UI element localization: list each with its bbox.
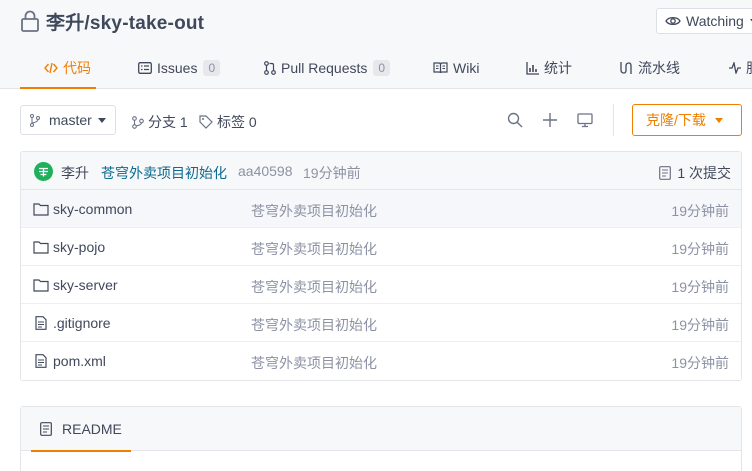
- avatar[interactable]: [34, 162, 53, 181]
- tab-code[interactable]: 代码: [20, 48, 96, 89]
- file-time: 19分钟前: [671, 279, 729, 295]
- tab-issues[interactable]: Issues 0: [138, 48, 221, 88]
- plus-icon[interactable]: [541, 111, 559, 129]
- file-row[interactable]: pom.xml 苍穹外卖项目初始化 19分钟前: [21, 342, 741, 380]
- folder-icon: [33, 279, 49, 292]
- wiki-icon: [433, 62, 448, 74]
- caret-down-icon: [714, 117, 723, 123]
- file-list: 李升 苍穹外卖项目初始化 aa40598 19分钟前 1 次提交 sky-com…: [20, 151, 742, 381]
- branch-name: master: [49, 112, 92, 128]
- monitor-icon[interactable]: [576, 111, 594, 129]
- tab-label: 代码: [63, 60, 91, 76]
- file-name[interactable]: sky-server: [53, 277, 118, 293]
- file-row[interactable]: sky-pojo 苍穹外卖项目初始化 19分钟前: [21, 228, 741, 266]
- search-icon[interactable]: [506, 111, 524, 129]
- tab-label: Issues: [157, 60, 198, 76]
- eye-icon: [665, 16, 681, 26]
- file-row[interactable]: .gitignore 苍穹外卖项目初始化 19分钟前: [21, 304, 741, 342]
- branch-icon: [30, 113, 40, 127]
- pull-requests-count-badge: 0: [373, 60, 391, 76]
- pulse-icon: [729, 62, 741, 74]
- readme-header: README: [21, 407, 741, 452]
- commit-message-link[interactable]: 苍穹外卖项目初始化: [101, 163, 227, 183]
- last-commit-bar: 李升 苍穹外卖项目初始化 aa40598 19分钟前 1 次提交: [21, 152, 741, 190]
- stats-icon: [526, 61, 539, 75]
- caret-down-icon: [97, 117, 106, 123]
- file-icon: [35, 354, 47, 368]
- repo-tabs: 代码 Issues 0 Pull Requests 0 Wiki 统计 流水线 …: [0, 48, 752, 89]
- file-time: 19分钟前: [671, 317, 729, 333]
- file-row[interactable]: sky-common 苍穹外卖项目初始化 19分钟前: [21, 190, 741, 228]
- readme-panel: README: [20, 406, 742, 471]
- branches-link[interactable]: 分支 1: [132, 112, 188, 132]
- file-row[interactable]: sky-server 苍穹外卖项目初始化 19分钟前: [21, 266, 741, 304]
- file-name[interactable]: pom.xml: [53, 353, 106, 369]
- file-name[interactable]: sky-pojo: [53, 239, 105, 255]
- clone-download-button[interactable]: 克隆/下载: [632, 104, 742, 136]
- readme-icon: [40, 422, 52, 436]
- pull-request-icon: [264, 61, 276, 75]
- tags-link[interactable]: 标签 0: [199, 112, 257, 132]
- tab-label: Wiki: [453, 60, 480, 76]
- file-commit-message[interactable]: 苍穹外卖项目初始化: [251, 201, 377, 221]
- file-commit-message[interactable]: 苍穹外卖项目初始化: [251, 239, 377, 259]
- lock-icon: [20, 10, 40, 32]
- file-icon: [35, 316, 47, 330]
- commit-hash[interactable]: aa40598: [238, 163, 293, 179]
- toolbar-divider: [613, 104, 614, 136]
- clone-label: 克隆/下载: [646, 112, 706, 128]
- watch-button[interactable]: Watching: [656, 8, 752, 34]
- repo-name-link[interactable]: sky-take-out: [90, 13, 204, 34]
- file-name[interactable]: sky-common: [53, 201, 132, 217]
- issues-count-badge: 0: [203, 60, 221, 76]
- repo-toolbar: master 分支 1 标签 0 克隆/下载: [20, 104, 742, 136]
- branches-label: 分支 1: [148, 114, 188, 130]
- branch-select[interactable]: master: [20, 105, 116, 135]
- tab-pull-requests[interactable]: Pull Requests 0: [264, 48, 391, 88]
- issues-icon: [138, 62, 152, 74]
- commit-count-link[interactable]: 1 次提交: [659, 163, 731, 183]
- tab-stats[interactable]: 统计: [526, 48, 572, 88]
- tab-wiki[interactable]: Wiki: [433, 48, 479, 88]
- branch-icon: [132, 115, 144, 129]
- commits-icon: [659, 166, 672, 180]
- pipeline-icon: [620, 62, 632, 74]
- file-time: 19分钟前: [671, 203, 729, 219]
- file-commit-message[interactable]: 苍穹外卖项目初始化: [251, 315, 377, 335]
- tab-service[interactable]: 服: [729, 48, 752, 88]
- tag-icon: [199, 115, 213, 129]
- repo-header: 李升/sky-take-out Watching 代码 Issues 0 Pul…: [0, 0, 752, 89]
- folder-icon: [33, 241, 49, 254]
- code-icon: [44, 62, 58, 74]
- repo-title: 李升/sky-take-out: [20, 9, 204, 34]
- file-commit-message[interactable]: 苍穹外卖项目初始化: [251, 277, 377, 297]
- file-name[interactable]: .gitignore: [53, 315, 111, 331]
- commit-count-label: 1 次提交: [677, 165, 731, 181]
- tab-label: 流水线: [638, 60, 680, 76]
- tab-label: Pull Requests: [281, 60, 368, 76]
- commit-time: 19分钟前: [303, 165, 361, 181]
- repo-owner-link[interactable]: 李升: [46, 13, 84, 34]
- readme-label: README: [62, 421, 122, 437]
- watch-label: Watching: [686, 13, 744, 29]
- commit-author[interactable]: 李升: [61, 163, 89, 183]
- file-commit-message[interactable]: 苍穹外卖项目初始化: [251, 353, 377, 373]
- file-time: 19分钟前: [671, 241, 729, 257]
- tab-pipeline[interactable]: 流水线: [619, 48, 680, 88]
- tab-label: 服: [746, 58, 752, 78]
- readme-tab[interactable]: README: [31, 407, 131, 452]
- file-time: 19分钟前: [671, 355, 729, 371]
- folder-icon: [33, 203, 49, 216]
- tags-label: 标签 0: [217, 114, 257, 130]
- tab-label: 统计: [544, 60, 572, 76]
